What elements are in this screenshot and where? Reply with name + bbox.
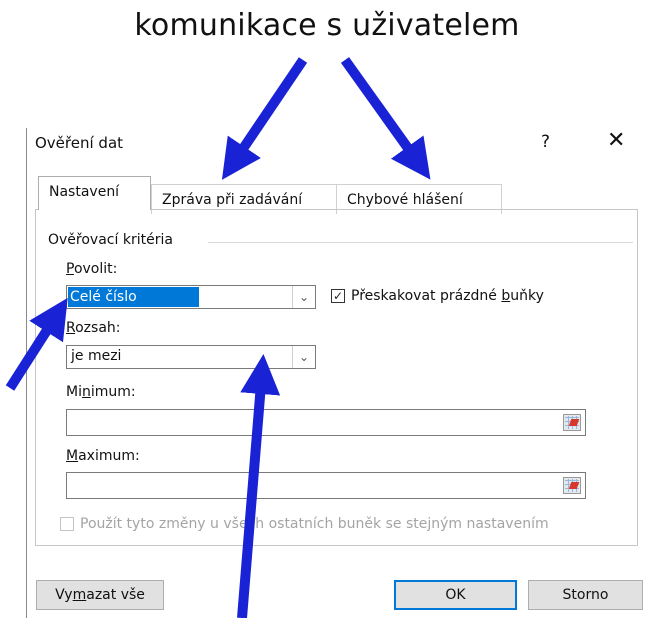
annotation-caption: komunikace s uživatelem [134,8,520,43]
apply-all-option[interactable]: Použít tyto změny u všech ostatních buně… [60,516,549,532]
data-validation-dialog: Ověření dat ? ✕ Nastavení Zpráva při zad… [26,128,654,618]
chevron-down-icon[interactable]: ⌄ [292,286,315,308]
group-divider [208,242,633,243]
data-dropdown[interactable]: je mezi ⌄ [66,345,316,369]
ignore-blank-checkbox[interactable]: ✓ [331,289,345,303]
data-label: Rozsah: [66,320,121,336]
range-select-icon[interactable] [563,414,581,431]
apply-all-label: Použít tyto změny u všech ostatních buně… [80,516,549,532]
dialog-title: Ověření dat [35,134,124,152]
maximum-label: Maximum: [66,448,140,464]
tab-settings[interactable]: Nastavení [38,176,151,210]
clear-all-button[interactable]: Vymazat vše [36,580,164,610]
ignore-blank-option[interactable]: ✓ Přeskakovat prázdné buňky [331,288,544,304]
cancel-button[interactable]: Storno [528,580,643,610]
ok-button[interactable]: OK [394,580,517,610]
apply-all-checkbox[interactable] [60,517,74,531]
allow-dropdown[interactable]: Celé číslo ⌄ [66,285,316,309]
group-title: Ověřovací kritéria [48,232,181,248]
data-value: je mezi [71,348,122,364]
help-button[interactable]: ? [541,132,550,152]
allow-value: Celé číslo [68,287,199,307]
ignore-blank-label: Přeskakovat prázdné buňky [351,288,544,304]
maximum-input[interactable] [66,472,586,499]
settings-panel: Ověřovací kritéria Povolit: Celé číslo ⌄… [35,209,638,546]
range-select-icon[interactable] [563,477,581,494]
minimum-input[interactable] [66,409,586,436]
chevron-down-icon[interactable]: ⌄ [292,346,315,368]
minimum-label: Minimum: [66,384,136,400]
allow-label: Povolit: [66,261,118,277]
close-button[interactable]: ✕ [607,128,625,153]
